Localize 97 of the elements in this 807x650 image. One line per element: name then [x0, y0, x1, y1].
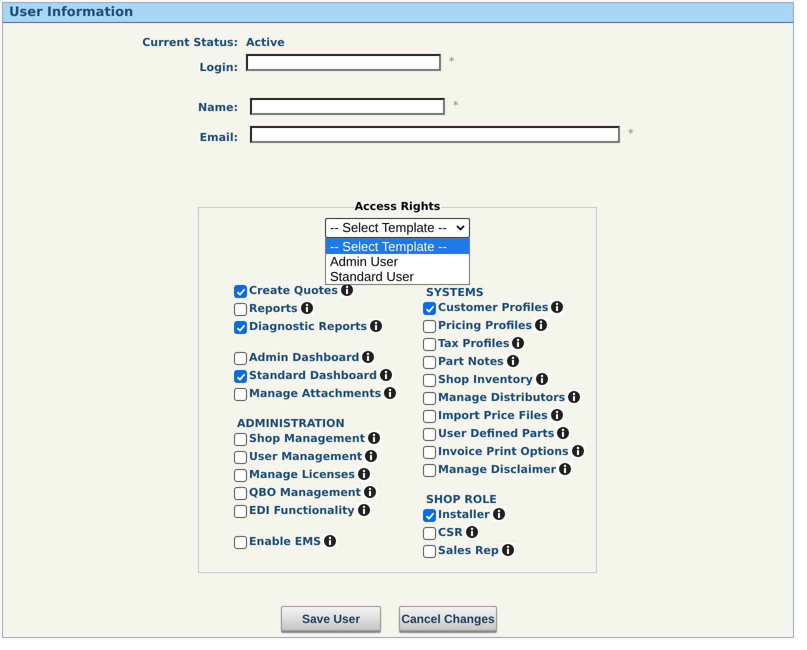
checkbox[interactable]	[234, 303, 247, 316]
save-button[interactable]: Save User	[281, 606, 381, 631]
permission-label: Create Quotes	[249, 283, 338, 300]
permission-label: Shop Management	[249, 431, 365, 448]
field-label: Login:	[198, 60, 238, 76]
permission-label: Import Price Files	[438, 408, 548, 424]
info-icon[interactable]	[464, 524, 479, 538]
info-icon[interactable]	[511, 336, 526, 350]
permission-label: EDI Functionality	[249, 503, 355, 520]
permission-label: Part Notes	[438, 354, 504, 370]
permission-label: Sales Rep	[438, 543, 499, 560]
info-icon[interactable]	[364, 448, 378, 462]
checkbox[interactable]	[423, 509, 436, 522]
info-icon[interactable]	[534, 318, 548, 332]
required-mark: *	[628, 126, 634, 142]
info-icon[interactable]	[356, 502, 371, 516]
permission-label: Manage Disclaimer	[438, 462, 556, 478]
text-field[interactable]	[250, 98, 445, 115]
status-label: Current Status:	[141, 35, 238, 51]
info-icon[interactable]	[366, 430, 381, 444]
checkbox[interactable]	[423, 392, 436, 405]
field-label: Name:	[197, 100, 238, 116]
info-icon[interactable]	[534, 372, 549, 386]
permission-label: Pricing Profiles	[438, 318, 532, 334]
permission-label: Installer	[438, 507, 490, 524]
checkbox[interactable]	[423, 374, 436, 387]
permission-label: Customer Profiles	[438, 300, 548, 316]
field-label: Email:	[198, 130, 238, 146]
permission-label: Manage Distributors	[438, 390, 566, 406]
checkbox[interactable]	[234, 370, 247, 383]
permission-label: Manage Licenses	[249, 467, 355, 484]
checkbox[interactable]	[423, 446, 436, 459]
info-icon[interactable]	[550, 300, 564, 314]
template-select[interactable]: -- Select Template --	[325, 218, 470, 238]
permission-label: Shop Inventory	[438, 372, 533, 388]
info-icon[interactable]	[362, 484, 377, 498]
permission-label: CSR	[438, 525, 463, 542]
dropdown-option[interactable]: Standard User	[326, 268, 469, 284]
info-icon[interactable]	[300, 300, 314, 314]
info-icon[interactable]	[383, 386, 398, 400]
section-heading: ADMINISTRATION	[236, 416, 346, 430]
permission-label: Reports	[249, 301, 298, 318]
checkbox[interactable]	[234, 536, 247, 549]
permission-label: Manage Attachments	[249, 386, 382, 402]
checkbox[interactable]	[234, 388, 247, 401]
info-icon[interactable]	[492, 506, 506, 520]
info-icon[interactable]	[356, 466, 371, 480]
info-icon[interactable]	[500, 542, 515, 556]
section-heading: SYSTEMS	[425, 286, 485, 300]
checkbox[interactable]	[234, 487, 247, 500]
checkbox[interactable]	[423, 338, 436, 351]
checkbox[interactable]	[423, 545, 436, 558]
checkbox[interactable]	[423, 320, 436, 333]
panel-title: User Information	[9, 4, 134, 22]
text-field[interactable]	[250, 126, 620, 142]
dropdown-option[interactable]: Admin User	[326, 254, 469, 268]
dropdown-option[interactable]: -- Select Template --	[326, 238, 469, 254]
chevron-icon	[456, 224, 465, 230]
text-field[interactable]	[246, 54, 441, 70]
permission-label: User Defined Parts	[438, 426, 554, 442]
checkbox[interactable]	[423, 302, 436, 315]
permission-label: Invoice Print Options	[438, 444, 569, 460]
permission-label: Standard Dashboard	[249, 368, 377, 384]
info-icon[interactable]	[378, 368, 393, 382]
permission-label: QBO Management	[249, 485, 361, 502]
checkbox[interactable]	[423, 410, 436, 423]
cancel-button[interactable]: Cancel Changes	[399, 606, 497, 631]
checkbox[interactable]	[423, 464, 436, 477]
permission-label: Enable EMS	[249, 534, 322, 550]
checkbox[interactable]	[234, 433, 247, 446]
checkbox[interactable]	[234, 505, 247, 518]
required-mark: *	[449, 54, 454, 70]
permission-label: User Management	[249, 449, 362, 466]
info-icon[interactable]	[323, 534, 338, 548]
checkbox[interactable]	[423, 356, 436, 369]
required-mark: *	[453, 98, 458, 114]
checkbox[interactable]	[234, 469, 247, 482]
permission-label: Admin Dashboard	[249, 350, 360, 366]
checkbox[interactable]	[234, 321, 247, 334]
info-icon[interactable]	[558, 462, 572, 476]
info-icon[interactable]	[361, 350, 376, 364]
info-icon[interactable]	[506, 354, 520, 368]
info-icon[interactable]	[369, 318, 384, 332]
checkbox[interactable]	[234, 285, 247, 298]
permission-label: Diagnostic Reports	[249, 319, 368, 336]
info-icon[interactable]	[550, 408, 564, 422]
checkbox[interactable]	[234, 451, 247, 464]
info-icon[interactable]	[570, 444, 585, 458]
info-icon[interactable]	[556, 426, 570, 440]
status-value: Active	[246, 35, 286, 51]
checkbox[interactable]	[423, 527, 436, 540]
permission-label: Tax Profiles	[438, 336, 510, 352]
section-heading: SHOP ROLE	[425, 492, 498, 506]
info-icon[interactable]	[567, 390, 582, 404]
access-rights-legend: Access Rights	[354, 199, 442, 216]
checkbox[interactable]	[234, 352, 247, 365]
checkbox[interactable]	[423, 428, 436, 441]
